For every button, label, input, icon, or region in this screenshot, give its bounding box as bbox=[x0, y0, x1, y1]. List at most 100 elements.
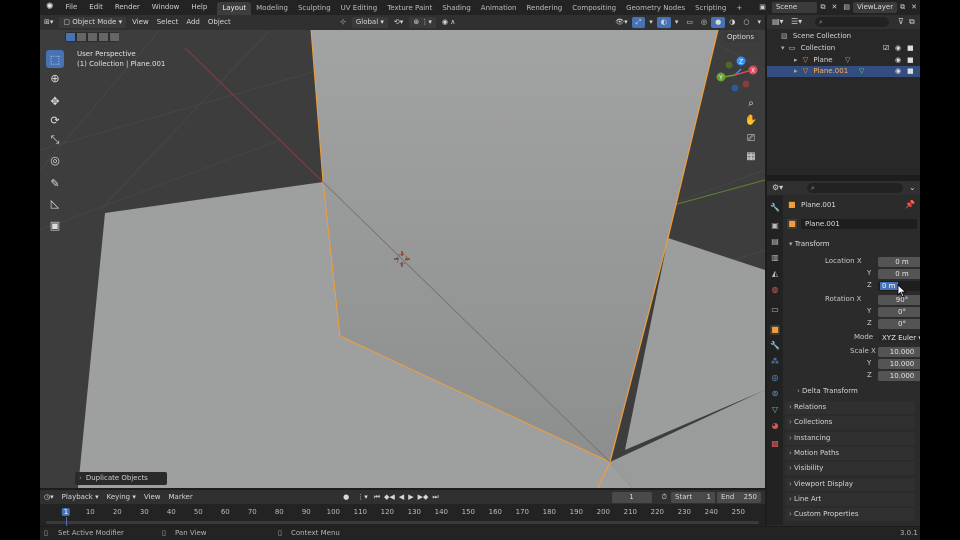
properties-search-input[interactable]: ⌕ bbox=[807, 183, 903, 193]
blender-logo-icon[interactable]: ✺ bbox=[40, 0, 60, 15]
tab-scripting[interactable]: Scripting bbox=[690, 2, 731, 15]
proportional-edit-icon[interactable]: ◉ ∧ bbox=[438, 17, 459, 28]
rendered-shading-icon[interactable]: ○ bbox=[739, 17, 753, 28]
select-intersect-icon[interactable] bbox=[110, 33, 119, 41]
cursor-tool[interactable]: ⊕ bbox=[46, 69, 64, 87]
jump-end-icon[interactable]: ⏭ bbox=[430, 492, 440, 503]
view-layer-selector[interactable]: ViewLayer bbox=[852, 2, 898, 13]
tab-modeling[interactable]: Modeling bbox=[251, 2, 293, 15]
mode-selector[interactable]: ▢ Object Mode ▾ bbox=[59, 17, 127, 28]
view-layer-tab-icon[interactable]: ▥ bbox=[770, 253, 780, 263]
solid-shading-icon[interactable]: ● bbox=[711, 17, 726, 28]
scene-icon[interactable]: ▣ bbox=[753, 0, 772, 15]
start-frame-field[interactable]: Start 1 bbox=[671, 491, 715, 503]
outliner-item-plane[interactable]: ▸ ▽ Plane ▽ ◉ ■ bbox=[767, 55, 920, 66]
overlays-dropdown-icon[interactable]: ▾ bbox=[671, 17, 683, 28]
add-workspace-button[interactable]: + bbox=[731, 2, 747, 15]
scene-tab-icon[interactable]: ◭ bbox=[770, 269, 780, 279]
tab-animation[interactable]: Animation bbox=[476, 2, 522, 15]
physics-tab-icon[interactable]: ◎ bbox=[770, 373, 780, 383]
properties-editor-icon[interactable]: ⚙▾ bbox=[772, 183, 783, 192]
material-shading-icon[interactable]: ◑ bbox=[725, 17, 739, 28]
outliner-scene-collection[interactable]: ▨ Scene Collection bbox=[767, 31, 920, 42]
outliner[interactable]: ▤▾ ☰▾ ⌕ ⊽ ⧉ ▨ Scene Collection ▾ ▭ Colle… bbox=[767, 15, 920, 175]
outliner-item-plane-001[interactable]: ▸ ▽ Plane.001 ▽ ◉ ■ bbox=[767, 66, 920, 77]
menu-timeline-view[interactable]: View bbox=[140, 492, 165, 503]
view-layer-icon[interactable]: ▤ bbox=[840, 0, 853, 15]
scene-selector[interactable]: Scene bbox=[771, 2, 818, 13]
timeline-ruler[interactable]: 1 10 20 30 40 50 60 70 80 90 100 110 120 130 140 150 160… bbox=[40, 504, 765, 518]
texture-tab-icon[interactable]: ▩ bbox=[770, 439, 780, 449]
menu-help[interactable]: Help bbox=[185, 0, 213, 15]
relations-panel[interactable]: › Relations bbox=[785, 401, 915, 414]
menu-marker[interactable]: Marker bbox=[165, 492, 197, 503]
overlays-icon[interactable]: ◐ bbox=[656, 17, 671, 28]
menu-edit[interactable]: Edit bbox=[83, 0, 109, 15]
wireframe-shading-icon[interactable]: ◎ bbox=[697, 17, 711, 28]
gizmo-toggle-icon[interactable]: ⤢ bbox=[631, 17, 646, 28]
keyframe-dropdown-icon[interactable]: ⋮▾ bbox=[353, 492, 372, 503]
visibility-panel[interactable]: › Visibility bbox=[785, 462, 915, 475]
properties-editor[interactable]: ⚙▾ ⌕ ⌄ 🔧 ▣ ▤ ▥ ◭ ◍ ▭ ■ 🔧 ⁂ ◎ ⊚ ▽ ◕ ▩ ■ P… bbox=[767, 181, 920, 526]
eye-icon[interactable]: ◉ bbox=[895, 43, 901, 54]
select-new-icon[interactable] bbox=[66, 33, 75, 41]
zoom-icon[interactable]: ⌕ bbox=[744, 97, 758, 111]
camera-icon[interactable]: ■ bbox=[907, 66, 914, 77]
outliner-search-input[interactable]: ⌕ bbox=[815, 17, 889, 27]
tab-layout[interactable]: Layout bbox=[217, 1, 252, 15]
rotation-mode-dropdown[interactable]: XYZ Euler ▾ bbox=[878, 333, 920, 343]
chevron-down-icon[interactable]: ⌄ bbox=[909, 183, 916, 192]
display-mode-icon[interactable]: ☰▾ bbox=[791, 17, 802, 26]
menu-window[interactable]: Window bbox=[146, 0, 186, 15]
menu-file[interactable]: File bbox=[60, 0, 84, 15]
menu-render[interactable]: Render bbox=[109, 0, 146, 15]
view-layer-new-icon[interactable]: ⧉ bbox=[897, 0, 908, 15]
pivot-icon[interactable]: ⟲▾ bbox=[390, 17, 407, 28]
menu-add[interactable]: Add bbox=[182, 17, 204, 28]
visibility-icon[interactable]: 👁▾ bbox=[611, 17, 631, 28]
collection-checkbox-icon[interactable]: ☑ bbox=[883, 43, 889, 54]
modifier-tab-icon[interactable]: 🔧 bbox=[770, 341, 780, 351]
data-tab-icon[interactable]: ▽ bbox=[770, 405, 780, 415]
measure-tool[interactable]: ◺ bbox=[46, 194, 64, 212]
scale-y-field[interactable]: 10.000 bbox=[878, 359, 920, 369]
instancing-panel[interactable]: › Instancing bbox=[785, 432, 915, 445]
end-frame-field[interactable]: End 250 bbox=[717, 491, 761, 503]
timeline-scrollbar[interactable] bbox=[46, 521, 759, 524]
snap-icon[interactable]: ⊛ ⋮▾ bbox=[409, 17, 436, 28]
select-box-tool[interactable]: ⬚ bbox=[46, 50, 64, 68]
collection-tab-icon[interactable]: ▭ bbox=[770, 305, 780, 315]
motion-paths-panel[interactable]: › Motion Paths bbox=[785, 447, 915, 460]
custom-properties-panel[interactable]: › Custom Properties bbox=[785, 508, 915, 521]
select-subtract-icon[interactable] bbox=[88, 33, 97, 41]
collections-panel[interactable]: › Collections bbox=[785, 416, 915, 429]
chevron-down-icon[interactable]: ▾ bbox=[767, 44, 785, 52]
camera-icon[interactable]: ■ bbox=[907, 43, 914, 54]
play-icon[interactable]: ▶ bbox=[406, 492, 415, 503]
tab-rendering[interactable]: Rendering bbox=[521, 2, 567, 15]
pin-icon[interactable]: 📌 bbox=[905, 200, 915, 209]
prev-keyframe-icon[interactable]: ◆◀ bbox=[382, 492, 397, 503]
3d-viewport[interactable]: Z X Y User Perspective (1) Collection | … bbox=[40, 30, 765, 488]
render-tab-icon[interactable]: ▣ bbox=[770, 221, 780, 231]
editor-type-icon[interactable]: ⊞▾ bbox=[40, 17, 57, 28]
xray-icon[interactable]: ▭ bbox=[682, 17, 697, 28]
scale-tool[interactable]: ⤡ bbox=[46, 131, 64, 149]
line-art-panel[interactable]: › Line Art bbox=[785, 493, 915, 506]
outliner-editor-icon[interactable]: ▤▾ bbox=[772, 17, 784, 26]
viewport-display-panel[interactable]: › Viewport Display bbox=[785, 478, 915, 491]
playhead-frame[interactable]: 1 bbox=[61, 508, 71, 516]
transform-panel-header[interactable]: ▾ Transform bbox=[785, 238, 915, 251]
pan-hand-icon[interactable]: ✋ bbox=[744, 114, 758, 128]
outliner-collection[interactable]: ▾ ▭ Collection ☑ ◉ ■ bbox=[767, 43, 920, 54]
playhead-line[interactable] bbox=[66, 517, 67, 526]
add-cube-tool[interactable]: ▣ bbox=[46, 216, 64, 234]
rotation-z-field[interactable]: 0° bbox=[878, 319, 920, 329]
last-operation-panel[interactable]: › Duplicate Objects bbox=[75, 472, 167, 485]
play-reverse-icon[interactable]: ◀ bbox=[397, 492, 406, 503]
transform-tool[interactable]: ◎ bbox=[46, 151, 64, 169]
world-tab-icon[interactable]: ◍ bbox=[770, 285, 780, 295]
menu-object[interactable]: Object bbox=[204, 17, 235, 28]
current-frame-field[interactable]: 1 bbox=[611, 491, 652, 503]
view-layer-close-icon[interactable]: ✕ bbox=[908, 0, 920, 15]
